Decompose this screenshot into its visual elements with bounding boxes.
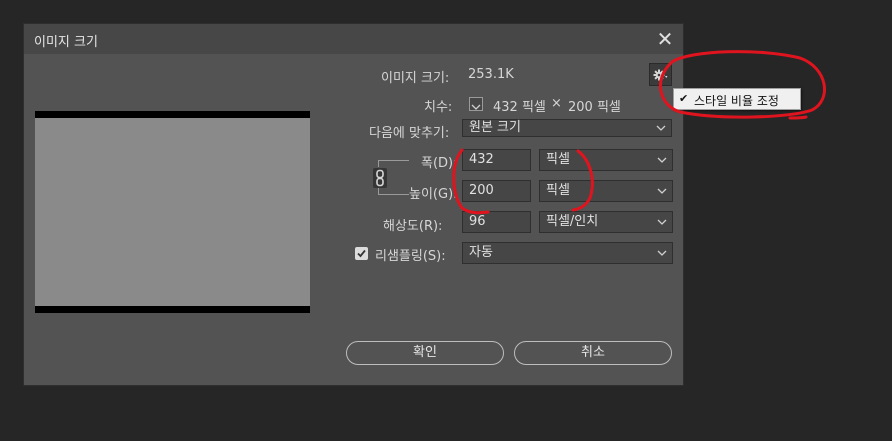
fit-to-value: 원본 크기 [469, 120, 521, 135]
resample-label: 리샘플링(S): [375, 249, 446, 264]
height-label: 높이(G): [409, 187, 458, 202]
resample-method: 자동 [469, 245, 493, 260]
resolution-value: 96 [469, 214, 486, 229]
width-value: 432 [469, 152, 494, 167]
fit-to-label: 다음에 맞추기: [369, 126, 450, 141]
width-label: 폭(D): [421, 156, 458, 171]
gear-dropdown-menu: ✔ 스타일 비율 조정 [673, 88, 801, 110]
resolution-input[interactable]: 96 [462, 211, 531, 233]
chevron-down-icon [657, 157, 667, 163]
resample-method-select[interactable]: 자동 [462, 242, 673, 264]
ok-button-label: 확인 [413, 345, 437, 360]
chevron-down-icon [471, 104, 481, 110]
height-unit: 픽셀 [546, 183, 570, 198]
resolution-unit-select[interactable]: 픽셀/인치 [539, 211, 673, 233]
resolution-unit: 픽셀/인치 [546, 214, 599, 229]
preview-image [35, 118, 310, 306]
dimensions-times: × [551, 96, 562, 111]
height-input[interactable]: 200 [462, 180, 531, 202]
ok-button[interactable]: 확인 [346, 341, 504, 365]
checkmark-icon [357, 249, 366, 258]
constrain-link-button[interactable] [373, 168, 387, 188]
gear-button[interactable] [649, 63, 672, 86]
dimensions-label: 치수: [424, 100, 453, 115]
chevron-down-icon [657, 188, 667, 194]
menu-item-scale-styles[interactable]: 스타일 비율 조정 [694, 92, 779, 109]
gear-icon [653, 69, 668, 81]
cancel-button[interactable]: 취소 [514, 341, 672, 365]
dialog-titlebar: 이미지 크기 ✕ [24, 24, 683, 54]
width-input[interactable]: 432 [462, 149, 531, 171]
dialog-title: 이미지 크기 [34, 35, 98, 50]
resample-checkbox[interactable] [355, 247, 368, 260]
image-size-dialog: 이미지 크기 ✕ 이미지 크기: 253.1K 치수: 432 픽셀 × 200… [23, 23, 684, 386]
dimensions-width: 432 픽셀 [493, 100, 546, 115]
image-size-value: 253.1K [468, 67, 514, 82]
chevron-down-icon [657, 250, 667, 256]
link-icon [376, 169, 384, 187]
menu-check-icon: ✔ [679, 92, 689, 105]
chevron-down-icon [656, 125, 666, 131]
dimensions-toggle[interactable] [469, 97, 483, 111]
height-value: 200 [469, 183, 494, 198]
image-size-label: 이미지 크기: [381, 71, 450, 86]
width-unit-select[interactable]: 픽셀 [539, 149, 673, 171]
chevron-down-icon [657, 219, 667, 225]
image-preview [35, 111, 310, 313]
close-icon: ✕ [656, 27, 674, 51]
width-unit: 픽셀 [546, 152, 570, 167]
cancel-button-label: 취소 [581, 345, 605, 360]
close-button[interactable]: ✕ [653, 27, 677, 51]
dimensions-height: 200 픽셀 [568, 100, 621, 115]
fit-to-select[interactable]: 원본 크기 [462, 119, 672, 137]
height-unit-select[interactable]: 픽셀 [539, 180, 673, 202]
resolution-label: 해상도(R): [383, 219, 443, 234]
